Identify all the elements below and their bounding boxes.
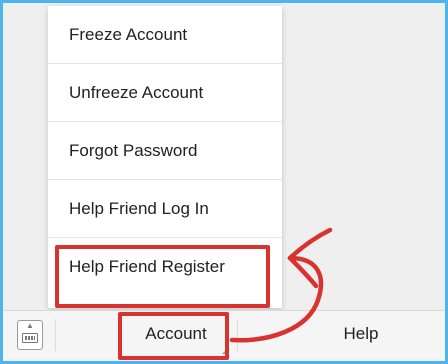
- menu-item-help-friend-log-in[interactable]: Help Friend Log In: [48, 180, 282, 238]
- tab-help-label: Help: [343, 324, 379, 343]
- highlight-box-account-tab: [118, 312, 229, 360]
- keyboard-toggle-button[interactable]: ▲: [17, 320, 43, 350]
- tab-help[interactable]: Help: [321, 311, 401, 359]
- menu-item-freeze-account[interactable]: Freeze Account: [48, 6, 282, 64]
- keyboard-icon: [22, 333, 38, 343]
- divider: [237, 319, 238, 351]
- menu-item-unfreeze-account[interactable]: Unfreeze Account: [48, 64, 282, 122]
- menu-item-forgot-password[interactable]: Forgot Password: [48, 122, 282, 180]
- highlight-box-help-friend-register: [55, 245, 270, 308]
- divider: [55, 319, 56, 351]
- caret-up-icon: ▲: [26, 321, 34, 330]
